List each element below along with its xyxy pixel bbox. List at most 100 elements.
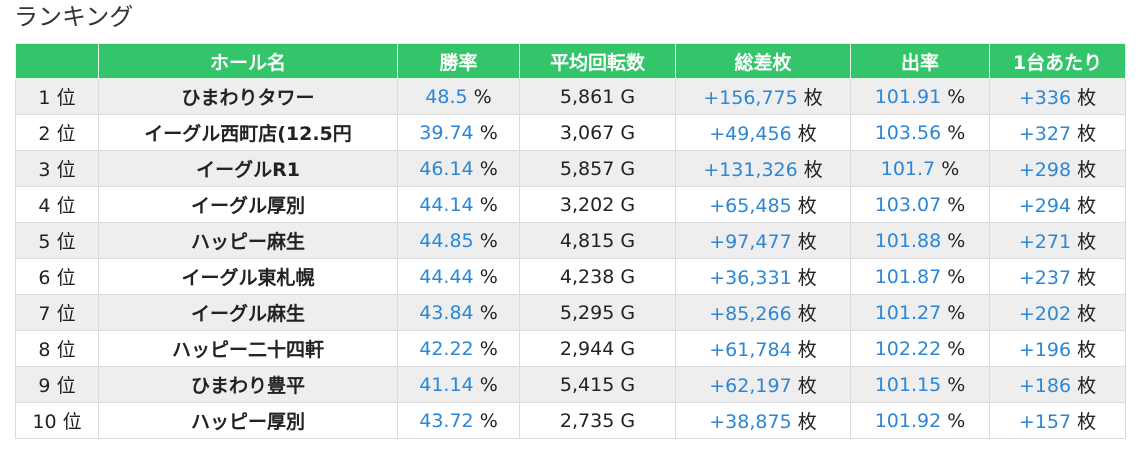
win-rate-value: 39.74 xyxy=(419,121,474,144)
coins-unit: 枚 xyxy=(1077,123,1097,145)
payout-rate-cell: 102.22 % xyxy=(850,330,990,367)
percent-unit: % xyxy=(479,157,498,180)
total-diff-cell: +156,775 枚 xyxy=(675,78,851,115)
rank-cell: 5 位 xyxy=(15,222,99,259)
table-row[interactable]: 4 位イーグル厚別 44.14 % 3,202 G +65,485 枚 103.07 %… xyxy=(15,186,1126,223)
avg-spins-value: 5,857 xyxy=(559,157,615,180)
games-unit: G xyxy=(620,85,636,108)
avg-spins-value: 2,735 xyxy=(559,409,615,432)
coins-unit: 枚 xyxy=(1077,195,1097,217)
total-diff-cell: +65,485 枚 xyxy=(675,186,851,223)
header-payout-rate: 出率 xyxy=(850,43,990,79)
rank-number: 1 xyxy=(38,87,51,109)
per-machine-value: +298 xyxy=(1018,159,1072,181)
per-machine-cell: +271 枚 xyxy=(989,222,1126,259)
total-diff-value: +36,331 xyxy=(709,267,792,289)
percent-unit: % xyxy=(479,373,498,396)
per-machine-value: +327 xyxy=(1018,123,1072,145)
percent-unit: % xyxy=(941,157,960,180)
total-diff-value: +85,266 xyxy=(709,303,792,325)
avg-spins-cell: 4,238 G xyxy=(519,258,676,295)
coins-unit: 枚 xyxy=(1077,375,1097,397)
table-row[interactable]: 6 位イーグル東札幌 44.44 % 4,238 G +36,331 枚 101.87 … xyxy=(15,258,1126,295)
win-rate-value: 44.14 xyxy=(419,193,474,216)
win-rate-cell: 43.72 % xyxy=(397,402,520,439)
hall-name-cell: イーグルR1 xyxy=(98,150,398,187)
hall-name-cell: ひまわり豊平 xyxy=(98,366,398,403)
hall-name: ひまわり豊平 xyxy=(190,375,305,397)
coins-unit: 枚 xyxy=(803,87,823,109)
percent-unit: % xyxy=(479,193,498,216)
rank-unit: 位 xyxy=(56,123,76,145)
table-row[interactable]: 10 位ハッピー厚別 43.72 % 2,735 G +38,875 枚 101.92 … xyxy=(15,402,1126,439)
total-diff-cell: +49,456 枚 xyxy=(675,114,851,151)
table-row[interactable]: 1 位ひまわりタワー 48.5 % 5,861 G +156,775 枚 101.91 … xyxy=(15,78,1126,115)
header-win-rate: 勝率 xyxy=(397,43,520,79)
win-rate-value: 41.14 xyxy=(419,373,474,396)
payout-rate-cell: 101.87 % xyxy=(850,258,990,295)
table-row[interactable]: 3 位イーグルR1 46.14 % 5,857 G +131,326 枚 101.7 %… xyxy=(15,150,1126,187)
hall-name-cell: ハッピー麻生 xyxy=(98,222,398,259)
per-machine-cell: +237 枚 xyxy=(989,258,1126,295)
page-title: ランキング xyxy=(14,3,134,31)
per-machine-value: +196 xyxy=(1018,339,1072,361)
total-diff-value: +49,456 xyxy=(709,123,792,145)
hall-name: イーグル東札幌 xyxy=(181,267,315,289)
hall-name: イーグル麻生 xyxy=(190,303,305,325)
payout-rate-value: 101.92 xyxy=(874,409,942,432)
header-hall-name: ホール名 xyxy=(98,43,398,79)
coins-unit: 枚 xyxy=(1077,87,1097,109)
table-row[interactable]: 5 位ハッピー麻生 44.85 % 4,815 G +97,477 枚 101.88 %… xyxy=(15,222,1126,259)
per-machine-cell: +327 枚 xyxy=(989,114,1126,151)
payout-rate-value: 101.27 xyxy=(874,301,942,324)
rank-number: 10 xyxy=(32,411,57,433)
rank-cell: 2 位 xyxy=(15,114,99,151)
total-diff-cell: +61,784 枚 xyxy=(675,330,851,367)
rank-number: 2 xyxy=(38,123,51,145)
hall-name: ハッピー麻生 xyxy=(190,231,305,253)
win-rate-value: 43.84 xyxy=(419,301,474,324)
table-row[interactable]: 9 位ひまわり豊平 41.14 % 5,415 G +62,197 枚 101.15 %… xyxy=(15,366,1126,403)
coins-unit: 枚 xyxy=(797,339,817,361)
win-rate-cell: 44.44 % xyxy=(397,258,520,295)
hall-name: イーグル厚別 xyxy=(190,195,305,217)
payout-rate-cell: 103.07 % xyxy=(850,186,990,223)
avg-spins-value: 3,067 xyxy=(559,121,615,144)
rank-cell: 9 位 xyxy=(15,366,99,403)
total-diff-value: +65,485 xyxy=(709,195,792,217)
ranking-table: ホール名 勝率 平均回転数 総差枚 出率 1台あたり 1 位 ひまわりタワー 48.… xyxy=(15,43,1126,439)
rank-cell: 3 位 xyxy=(15,150,99,187)
games-unit: G xyxy=(620,373,636,396)
hall-name-cell: ハッピー二十四軒 xyxy=(98,330,398,367)
rank-cell: 10 位 xyxy=(15,402,99,439)
payout-rate-value: 101.15 xyxy=(874,373,942,396)
payout-rate-value: 103.56 xyxy=(874,121,942,144)
percent-unit: % xyxy=(473,85,492,108)
table-row[interactable]: 2 位イーグル西町店(12.5円 39.74 % 3,067 G +49,456 枚1… xyxy=(15,114,1126,151)
win-rate-value: 42.22 xyxy=(419,337,474,360)
games-unit: G xyxy=(620,121,636,144)
total-diff-cell: +85,266 枚 xyxy=(675,294,851,331)
header-total-diff: 総差枚 xyxy=(675,43,851,79)
coins-unit: 枚 xyxy=(1077,303,1097,325)
rank-number: 3 xyxy=(38,159,51,181)
avg-spins-cell: 5,415 G xyxy=(519,366,676,403)
hall-name: ひまわりタワー xyxy=(181,87,315,109)
payout-rate-value: 102.22 xyxy=(874,337,942,360)
win-rate-value: 46.14 xyxy=(419,157,474,180)
hall-name: イーグルR1 xyxy=(196,159,300,181)
hall-name-cell: ハッピー厚別 xyxy=(98,402,398,439)
win-rate-value: 43.72 xyxy=(419,409,474,432)
per-machine-value: +271 xyxy=(1018,231,1072,253)
percent-unit: % xyxy=(479,409,498,432)
payout-rate-cell: 103.56 % xyxy=(850,114,990,151)
table-row[interactable]: 8 位ハッピー二十四軒 42.22 % 2,944 G +61,784 枚 102.22… xyxy=(15,330,1126,367)
total-diff-value: +97,477 xyxy=(709,231,792,253)
table-row[interactable]: 7 位イーグル麻生 43.84 % 5,295 G +85,266 枚 101.27 %… xyxy=(15,294,1126,331)
table-header: ホール名 勝率 平均回転数 総差枚 出率 1台あたり xyxy=(15,43,1126,79)
payout-rate-cell: 101.27 % xyxy=(850,294,990,331)
games-unit: G xyxy=(620,301,636,324)
rank-cell: 1 位 xyxy=(15,78,99,115)
per-machine-cell: +294 枚 xyxy=(989,186,1126,223)
rank-number: 9 xyxy=(38,375,51,397)
